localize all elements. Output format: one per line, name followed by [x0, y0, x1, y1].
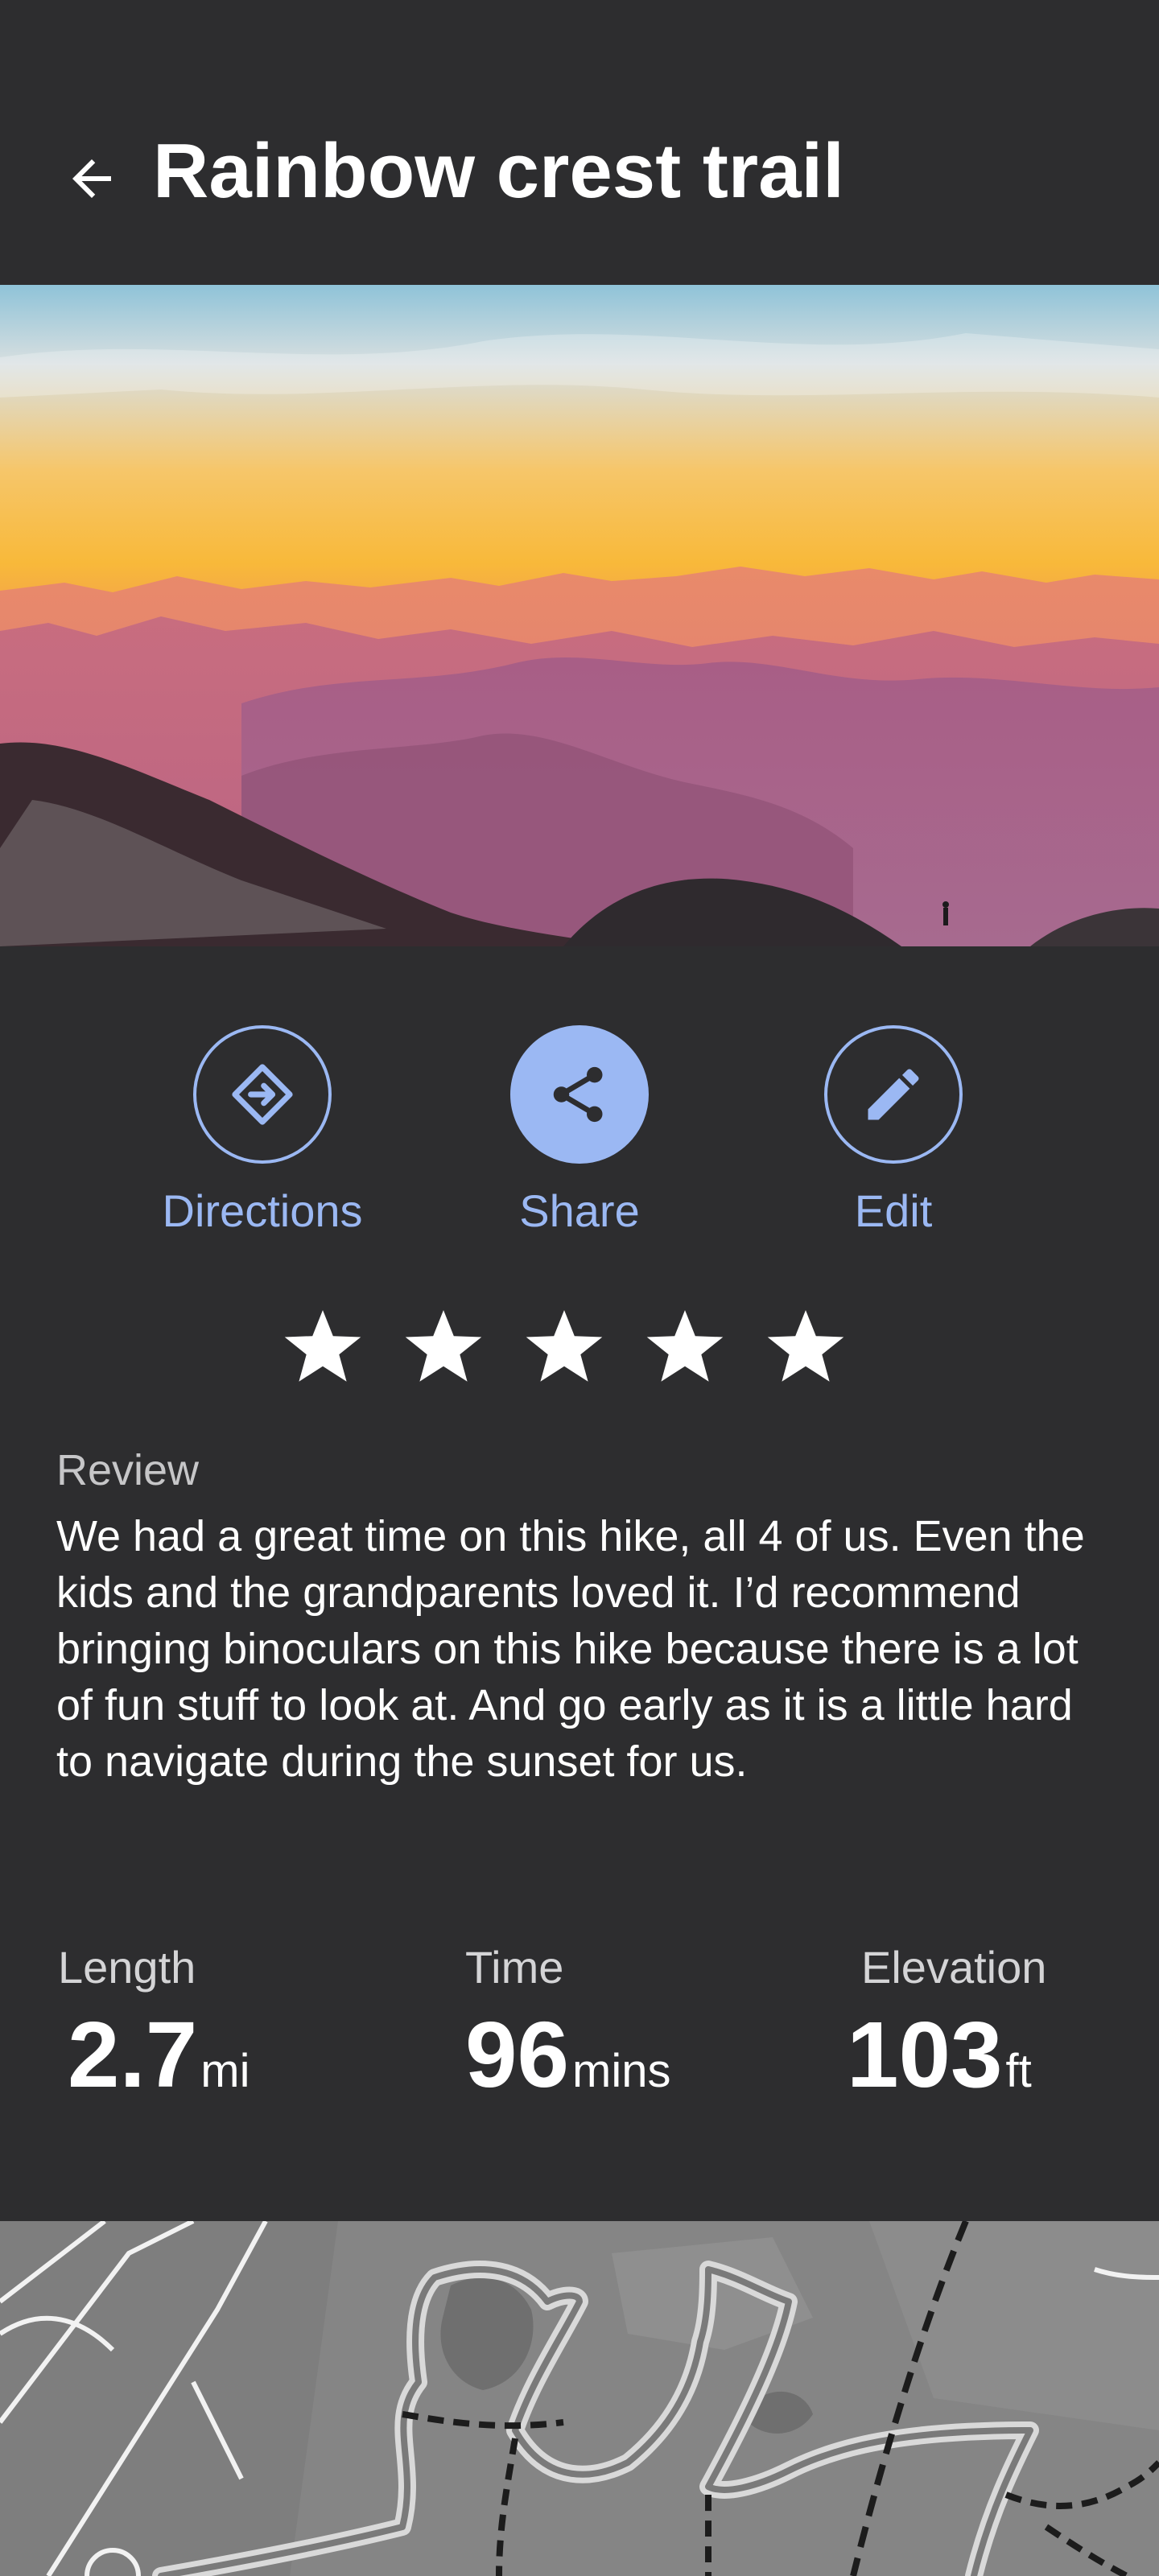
star-icon[interactable] — [280, 1304, 365, 1389]
review-heading: Review — [56, 1446, 200, 1494]
directions-label: Directions — [162, 1185, 363, 1236]
stat-elevation: Elevation 103 ft — [847, 1941, 1047, 2101]
star-icon[interactable] — [522, 1304, 607, 1389]
star-icon[interactable] — [642, 1304, 728, 1389]
edit-label: Edit — [854, 1185, 933, 1236]
hero-photo — [0, 285, 1159, 946]
stat-elevation-label: Elevation — [861, 1942, 1047, 1993]
share-circle[interactable] — [510, 1025, 649, 1164]
top-app-bar: Rainbow crest trail — [0, 0, 1159, 285]
back-button[interactable] — [56, 143, 127, 214]
edit-pencil-icon — [868, 1069, 919, 1120]
stat-length-number: 2.7 — [68, 2002, 198, 2107]
stat-time: Time 96 mins — [465, 1941, 671, 2101]
stat-length-value: 2.7 mi — [68, 2008, 250, 2101]
edit-button[interactable]: Edit — [773, 1025, 1014, 1237]
star-icon[interactable] — [401, 1304, 486, 1389]
action-row: Directions Share Edit — [0, 946, 1159, 1252]
star-icon[interactable] — [763, 1304, 848, 1389]
stat-length-label: Length — [58, 1942, 196, 1993]
stat-time-number: 96 — [465, 2002, 570, 2107]
directions-circle[interactable] — [193, 1025, 332, 1164]
directions-button[interactable]: Directions — [142, 1025, 383, 1237]
stat-time-unit: mins — [572, 2045, 671, 2097]
stat-time-value: 96 mins — [465, 2008, 671, 2101]
arrow-left-icon — [72, 159, 111, 198]
share-icon — [553, 1066, 603, 1123]
stat-elevation-unit: ft — [1005, 2045, 1032, 2097]
star-rating[interactable] — [280, 1304, 848, 1389]
directions-icon — [232, 1064, 293, 1125]
share-label: Share — [519, 1185, 640, 1236]
page-title: Rainbow crest trail — [153, 128, 844, 214]
trail-detail-screen: Rainbow crest trail Directions Share Edi… — [0, 0, 1159, 2576]
stat-length: Length 2.7 mi — [58, 1941, 250, 2101]
edit-circle[interactable] — [824, 1025, 963, 1164]
share-button[interactable]: Share — [459, 1025, 700, 1237]
stat-elevation-value: 103 ft — [847, 2008, 1046, 2101]
stat-time-label: Time — [465, 1942, 564, 1993]
review-text: We had a great time on this hike, all 4 … — [56, 1512, 1085, 1786]
stat-elevation-number: 103 — [847, 2002, 1003, 2107]
trail-map[interactable] — [0, 2221, 1159, 2576]
stat-length-unit: mi — [200, 2045, 250, 2097]
